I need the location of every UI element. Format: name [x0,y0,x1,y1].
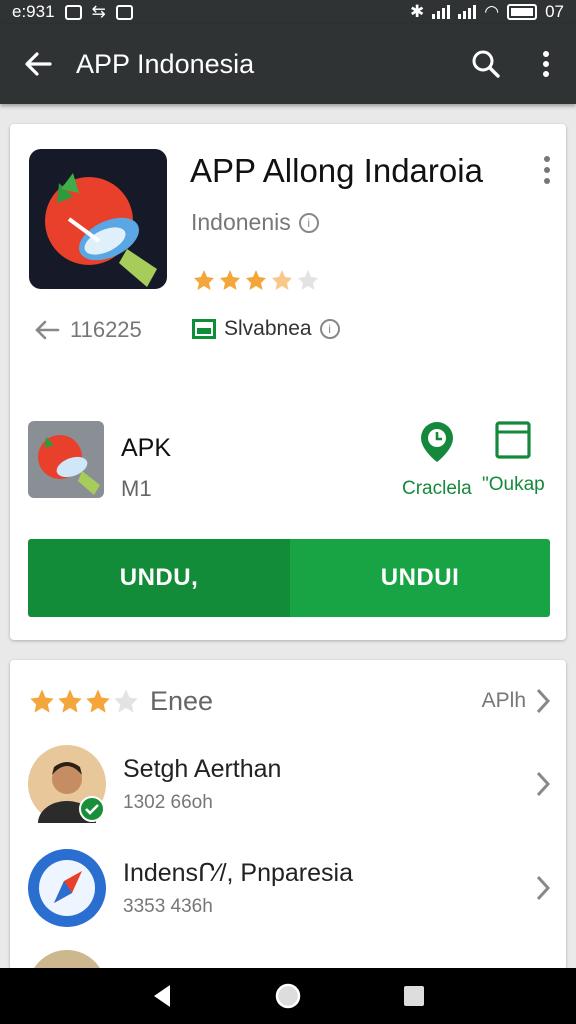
app-country: Indonenis i [191,209,319,236]
list-item[interactable]: IndensՐ⁄/, Pnparesia 3353 436h [28,848,550,928]
star-icon [58,689,82,713]
document-icon [495,421,531,459]
message-icon [115,4,133,20]
rating-stars [192,268,320,292]
action-label-1: Craclela [402,478,472,499]
more-vert-icon [543,51,549,77]
item-name: IndensՐ⁄/, Pnparesia [123,859,353,887]
app-detail-card: APP Allong Indaroia Indonenis i 116225 S… [10,124,566,640]
star-icon [86,689,110,713]
signal-2-icon [458,5,477,19]
share-arrow-icon [35,320,60,340]
chevron-right-icon [536,688,550,714]
star-icon [30,689,54,713]
search-button[interactable] [456,24,516,104]
downloads-count: 116225 [70,317,142,342]
reviews-header[interactable]: Enee APlh [28,680,550,722]
chevron-right-icon [536,771,550,797]
apk-size: M1 [121,476,152,501]
app-menu-button[interactable] [544,156,550,184]
bluetooth-icon: ✱ [409,2,425,21]
download-button-1[interactable]: UNDU, [28,539,290,617]
notification-icon [64,4,82,20]
reviews-label: Enee [150,685,214,716]
status-time: e:931 [12,2,55,21]
star-empty-icon [114,689,138,713]
star-icon [194,270,214,290]
system-nav-bar [0,968,576,1024]
item-sub: 3353 436h [123,896,213,917]
list-item[interactable]: Setgh Aerthan 1302 66oh [28,744,550,824]
status-bar: e:931 ⇆ ✱ ◠ 07 [0,0,576,24]
app-icon [29,149,167,289]
apk-icon [28,421,104,498]
star-icon [220,270,240,290]
overflow-menu-button[interactable] [516,24,576,104]
wifi-icon: ◠ [484,2,500,21]
app-bar: APP Indonesia [0,24,576,104]
nav-home-icon[interactable] [274,982,302,1010]
publisher-name: Slvabnea [224,317,312,340]
star-half-icon [272,270,292,290]
star-icon [246,270,266,290]
back-button[interactable] [0,24,76,104]
compass-app-icon [28,849,106,927]
info-icon[interactable]: i [319,319,340,339]
reviews-card: Enee APlh Setgh Aerthan 1302 66oh Indens… [10,660,566,980]
country-label: Indonenis [191,209,291,235]
action-button-2[interactable]: "Oukap [482,420,545,496]
download-buttons: UNDU, UNDUI [28,539,550,617]
battery-level: 07 [545,2,564,21]
location-pin-icon [420,422,453,462]
info-icon[interactable]: i [298,212,319,233]
downloads-meta: 116225 [34,317,142,343]
publisher-meta: Slvabnea i [192,317,340,341]
item-name: Setgh Aerthan [123,754,282,783]
arrow-left-icon [25,52,52,76]
app-title: APP Allong Indaroia [190,152,483,189]
item-sub: 1302 66oh [123,791,213,813]
action-label-2: "Oukap [482,474,545,495]
apk-label: APK [121,434,172,462]
avatar [28,745,106,823]
signal-icon [432,5,451,19]
download-button-2[interactable]: UNDUI [290,539,550,617]
search-icon [472,50,500,78]
flag-icon [192,319,216,339]
action-button-1[interactable]: Craclela [402,420,472,500]
battery-icon [507,4,538,20]
reviews-more[interactable]: APlh [482,688,550,714]
star-empty-icon [298,270,318,290]
nav-back-icon[interactable] [150,983,174,1009]
reviews-more-label: APlh [481,689,526,712]
chevron-right-icon [536,875,550,901]
nav-recents-icon[interactable] [402,984,426,1008]
app-bar-title: APP Indonesia [76,48,255,79]
link-icon: ⇆ [91,2,106,21]
